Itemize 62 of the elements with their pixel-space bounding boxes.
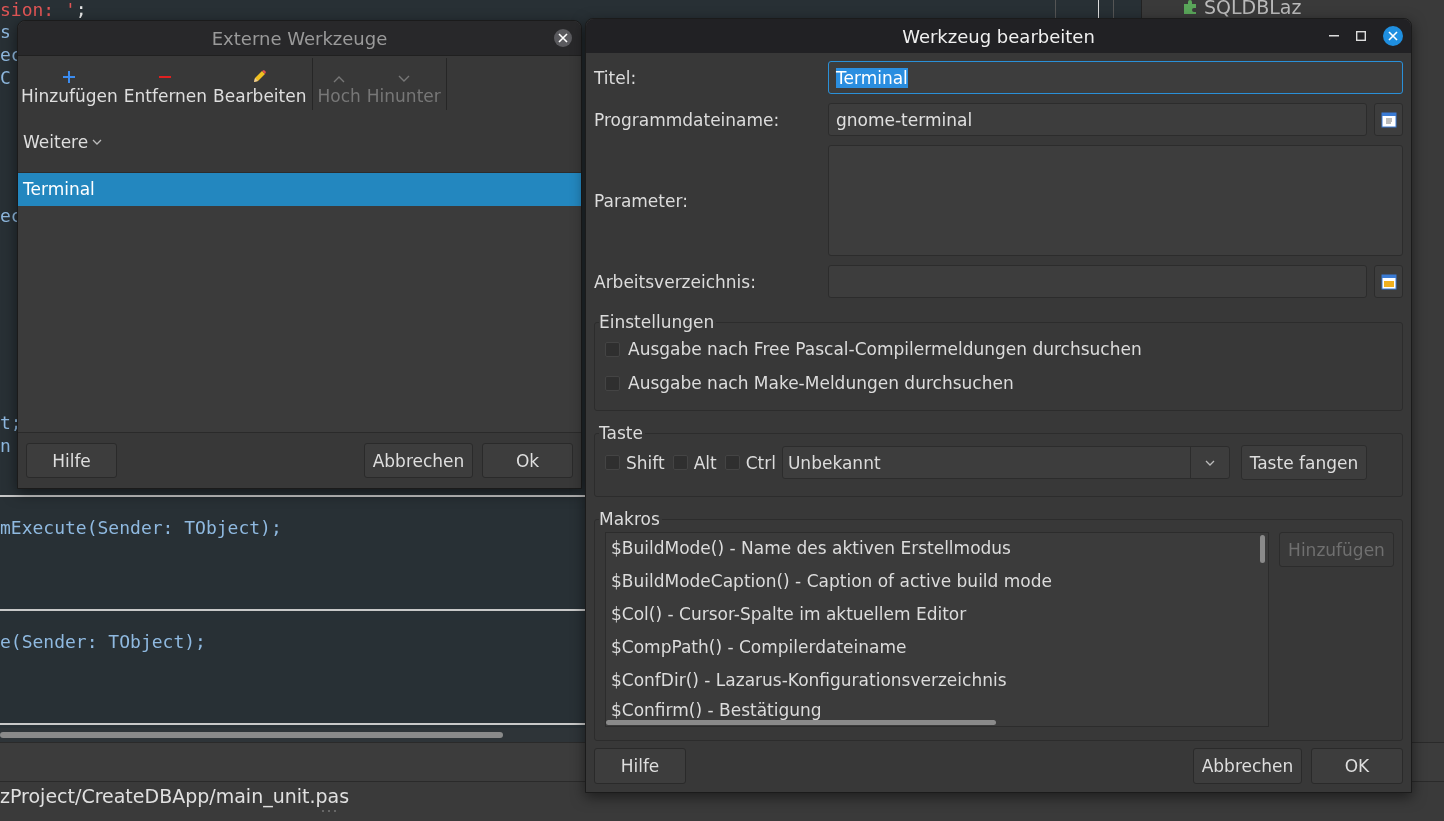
chevron-up-icon [333,74,346,83]
chevron-down-icon [1204,459,1215,466]
code-line: sion: '; [0,0,87,20]
file-path: zProject/CreateDBApp/main_unit.pas [0,785,351,807]
list-item[interactable]: $Confirm() - Bestätigung [611,698,1268,724]
dialog-button[interactable]: Abbrechen [364,443,473,478]
list-item[interactable]: $CompPath() - Compilerdateiname [611,632,1268,665]
scrollbar-thumb[interactable] [0,732,503,738]
list-item[interactable]: $ConfDir() - Lazarus-Konfigurationsverzeichnis [611,665,1268,698]
minimize-icon[interactable] [1329,35,1339,37]
plus-icon [63,70,76,83]
more-menu-button[interactable]: Weitere [22,131,103,152]
list-item[interactable]: $BuildMode() - Name des aktiven Erstellmodus [611,533,1268,566]
chevron-down-icon [397,74,410,83]
checkbox-label[interactable]: Ctrl [745,452,776,473]
dialog-button[interactable]: Hilfe [594,748,686,784]
code-line: e(Sender: TObject); [0,631,206,652]
field-label: Arbeitsverzeichnis: [594,271,757,292]
tree-item[interactable]: SQLDBLaz [1204,0,1302,18]
capture-key-button[interactable]: Taste fangen [1240,445,1367,480]
close-button[interactable] [554,29,572,47]
code-line: n [0,435,11,456]
list-item[interactable]: $Col() - Cursor-Spalte im aktuellem Editor [611,599,1268,632]
scrollbar-thumb[interactable] [606,720,996,725]
puzzle-icon [1182,0,1198,15]
toolbar-button[interactable]: Bearbeiten [210,56,310,112]
field-label: Parameter: [594,190,689,211]
list-item[interactable]: $BuildModeCaption() - Caption of active build mode [611,566,1268,599]
field-label: Programmdateiname: [594,109,781,130]
checkbox-label[interactable]: Shift [626,452,665,473]
input-field[interactable]: gnome-terminal [828,103,1367,136]
checkbox-label[interactable]: Alt [693,452,717,473]
pencil-icon [252,68,267,83]
scrollbar-thumb[interactable] [1260,535,1265,563]
list-item[interactable]: Terminal [18,172,581,206]
maximize-icon[interactable] [1356,31,1366,41]
dialog-button[interactable]: Abbrechen [1193,748,1302,784]
window-title: Werkzeug bearbeiten [902,25,1095,47]
checkbox-label[interactable]: Ausgabe nach Make-Meldungen durchsuchen [628,373,1014,393]
folder-icon [1380,273,1397,290]
group-title: Einstellungen [599,312,717,332]
code-line: t; [0,412,22,433]
field-label: Titel: [594,67,638,88]
dialog-button[interactable]: Hilfe [26,443,117,478]
close-icon [1388,31,1398,41]
code-line: s [0,21,11,42]
checkbox-label[interactable]: Ausgabe nach Free Pascal-Compilermeldungen durchsuchen [628,339,1142,359]
browse-button[interactable] [1374,265,1403,298]
grip-icon[interactable] [321,809,337,813]
key-dropdown[interactable]: Unbekannt [781,446,1230,479]
close-button[interactable] [1383,26,1403,46]
dialog-button[interactable]: OK [1311,748,1403,784]
code-line: mExecute(Sender: TObject); [0,517,282,538]
chevron-down-icon [92,138,103,145]
toolbar-button[interactable]: Hinzufügen [18,56,121,112]
close-icon [558,33,568,43]
window-title: Externe Werkzeuge [211,27,388,49]
document-icon [1380,111,1397,128]
toolbar-button[interactable]: Entfernen [120,56,211,112]
browse-button[interactable] [1374,103,1403,136]
code-line: C [0,67,11,88]
dialog-button[interactable]: Ok [482,443,573,478]
